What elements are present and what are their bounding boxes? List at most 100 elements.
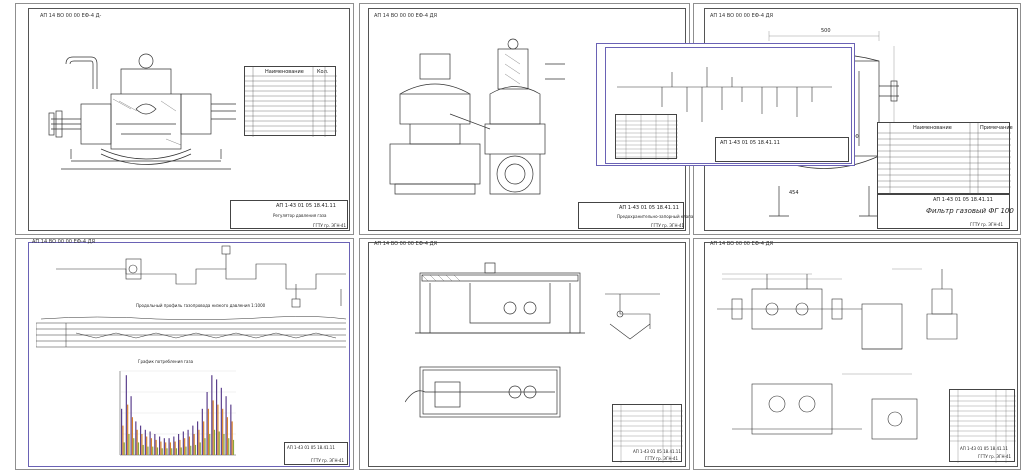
chart-bar [187,429,189,455]
chart-bar [220,387,222,455]
chart-bar [137,442,140,455]
chart-bar [160,441,162,455]
chart-bar [152,446,154,455]
spec-table: АП 1-43 01 05 18.41.11 ГГТУ гр. ЭГН-41 [612,404,683,463]
chart-bar [213,429,216,455]
sheet-installation[interactable]: АП 14 ВО 00 00 ЕФ-4 ДЯ АП 1-43 01 05 18.… [693,238,1021,470]
chart-bar [179,439,181,455]
spec-table: Наименование Примечание [877,122,1013,195]
stamp-code: АП 1-43 01 05 18.41.11 [960,446,1008,451]
title-block: АП 1-43 01 05 18.41.11 Регулятор давлени… [230,200,348,229]
chart-bar [131,417,134,455]
chart-bar [127,404,129,455]
chart-bar [140,425,142,455]
detail-sketch [605,293,660,340]
stamp-org: ГГТУ гр. ЭГН-41 [313,223,346,228]
chart-bar [185,446,187,455]
chart-bar [230,404,232,455]
chart-bar [171,448,173,455]
spec-grid [878,123,1011,195]
stamp-org: ГГТУ гр. ЭГН-41 [970,222,1003,227]
chart-bar [197,421,199,455]
chart-bar [194,444,197,455]
chart-bar [180,447,182,455]
stamp-org: ГГТУ гр. ЭГН-41 [651,223,684,228]
chart-bar [128,434,130,455]
spec-table: АП 1-43 01 05 18.41.11 ГГТУ гр. ЭГН-41 [949,389,1016,463]
stamp-title: Предохранительно-запорный клапан [617,214,696,219]
cabinet-elevation [415,262,585,334]
chart-bar [173,436,175,455]
stamp-code: АП 1-43 01 05 18.41.11 [633,449,681,454]
spec-grid [950,390,1016,463]
chart-bar [188,436,191,455]
chart-bar [159,436,161,455]
chart-bar [122,425,124,455]
chart-bar [184,438,186,455]
title-block: АП 1-43 01 05 18.41.11 Предохранительно-… [578,202,696,229]
chart-bar [155,439,157,455]
chart-bar [166,448,168,455]
chart-bar [212,400,214,455]
chart-bar [182,431,184,455]
sheet-cabinet[interactable]: АП 14 ВО 00 00 ЕФ-4 ДЯ АП 1-43 01 05 18.… [359,238,690,470]
chart-bar [154,434,156,455]
chart-bar [198,429,200,455]
chart-bar [216,379,218,455]
chart-bar [222,408,224,455]
sheet-regulator[interactable]: АП 14 ВО 00 00 ЕФ-4 Д- Наименование Кол.… [15,3,354,235]
chart-bar [217,404,219,455]
chart-bar [125,375,127,455]
chart-bar [165,442,167,455]
stamp-code: АП 1-43 01 05 18.41.11 [287,445,335,450]
chart-bar [123,442,125,455]
regulator-drawing [48,53,236,170]
chart-bar [144,429,146,455]
chart-bar [211,375,213,455]
chart-bar [190,445,192,455]
stamp-code: АП 1-43 01 05 18.41.11 [619,205,679,211]
chart-bar [156,447,159,455]
chart-bar [192,425,194,455]
chart-bar [141,434,143,455]
sheet-code: АП 14 ВО 00 00 ЕФ-4 ДЯ [374,241,437,247]
chart-bar [142,444,144,455]
chart-bar [136,429,138,455]
title-block: АП 1-43 01 05 18.41.11 ГГТУ гр. ЭГН-41 [284,442,348,465]
title-block: АП 1-43 01 05 18.41.11 Фильтр газовый ФГ… [877,194,1014,229]
stamp-org: ГГТУ гр. ЭГН-41 [311,458,344,463]
network-table [615,114,678,160]
chart-bar [121,408,123,455]
chart-bar [130,396,132,455]
chart-bar [225,396,227,455]
chart-bar [147,446,149,455]
profile-strip [36,316,346,348]
chart-bar [178,434,180,455]
chart-bar [163,438,165,455]
chart-bar [135,421,137,455]
chart-bar [218,431,220,455]
chart-bar [226,417,229,455]
stamp-title: Фильтр газовый ФГ 100 [926,207,1014,215]
chart-bar [204,438,206,455]
chart-bar [231,421,233,455]
chart-bar [228,438,230,455]
chart-bar [175,448,178,455]
sheet-network-overlay[interactable]: АП 1-43 01 05 18.41.11 [596,43,855,166]
sheet-code: АП 14 ВО 00 00 ЕФ-4 ДЯ [374,13,437,19]
sheet-profile[interactable]: АП 14 ВО 00 00 ЕФ-4 ДЯ Продольный профил… [15,238,354,470]
title-block: АП 1-43 01 05 18.41.11 [715,137,849,162]
network-grid [616,115,678,160]
stamp-org: ГГТУ гр. ЭГН-41 [978,454,1011,459]
chart-bar [150,438,153,455]
chart-bar [223,434,225,455]
sheet-code: АП 14 ВО 00 00 ЕФ-4 Д- [40,13,102,19]
chart-bar [207,408,210,455]
stamp-code: АП 1-43 01 05 18.41.11 [276,203,336,209]
chart-bar [169,442,172,455]
chart-bar [232,439,235,455]
chart-title: График потребления газа [138,359,194,364]
chart-bar [168,438,170,455]
chart-bar [203,421,205,455]
sheet-code: АП 14 ВО 00 00 ЕФ-4 ДЯ [710,13,773,19]
